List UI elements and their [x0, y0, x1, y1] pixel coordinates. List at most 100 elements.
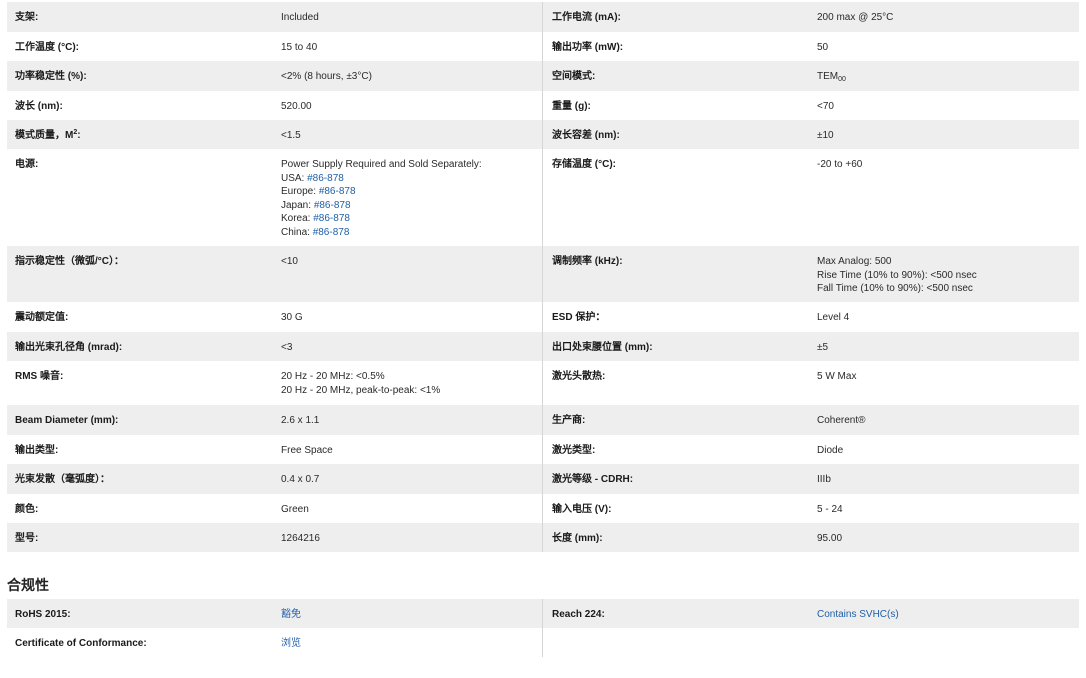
region-label: Japan:	[281, 199, 314, 211]
spec-value-text: 0.4 x 0.7	[281, 474, 320, 485]
spec-value-text: <1.5	[281, 130, 301, 141]
spec-value-line: Rise Time (10% to 90%): <500 nsec	[817, 269, 977, 281]
spec-value-text: 1264216	[281, 533, 320, 544]
spec-value: 200 max @ 25°C	[809, 2, 1079, 32]
table-row: 工作温度 (°C): 15 to 40 输出功率 (mW): 50	[7, 32, 1079, 61]
spec-link[interactable]: 豁免	[281, 609, 301, 620]
spec-value: Coherent®	[809, 405, 1079, 435]
part-number-link[interactable]: #86-878	[314, 200, 351, 211]
spec-value: Free Space	[273, 435, 543, 464]
spec-label: 电源:	[7, 149, 273, 246]
spec-value: TEM00	[809, 61, 1079, 91]
spec-value: Contains SVHC(s)	[809, 599, 1079, 628]
spec-value-text: 200 max @ 25°C	[817, 12, 894, 23]
region-label: China:	[281, 226, 313, 238]
spec-label: Certificate of Conformance:	[7, 628, 273, 657]
spec-value-text: Included	[281, 12, 319, 23]
spec-value: Max Analog: 500 Rise Time (10% to 90%): <…	[809, 246, 1079, 302]
spec-label	[543, 628, 809, 657]
spec-value: 5 W Max	[809, 361, 1079, 405]
spec-label-text: 激光头散热:	[552, 371, 606, 382]
table-row: 波长 (nm): 520.00 重量 (g): <70	[7, 91, 1079, 120]
spec-label: RMS 噪音:	[7, 361, 273, 405]
spec-label: 激光等级 - CDRH:	[543, 464, 809, 494]
subscript: 00	[838, 76, 846, 83]
spec-value-text: Green	[281, 504, 309, 515]
spec-value-text: 520.00	[281, 101, 312, 112]
specs-table: 支架: Included 工作电流 (mA): 200 max @ 25°C 工作温度 …	[7, 2, 1079, 552]
spec-value: 20 Hz - 20 MHz: <0.5% 20 Hz - 20 MHz, pea…	[273, 361, 543, 405]
spec-link[interactable]: Contains SVHC(s)	[817, 609, 899, 620]
spec-value-text: <10	[281, 256, 298, 267]
spec-value: 0.4 x 0.7	[273, 464, 543, 494]
spec-label-text: 工作电流 (mA):	[552, 12, 621, 23]
spec-label: 指示稳定性（微弧/°C）：	[7, 246, 273, 302]
spec-value-text: 5 W Max	[817, 371, 857, 382]
spec-label: 生产商:	[543, 405, 809, 435]
spec-label: 型号:	[7, 523, 273, 552]
spec-label-text: ESD 保护：	[552, 312, 606, 323]
spec-value: <1.5	[273, 120, 543, 149]
spec-value: Green	[273, 494, 543, 523]
spec-label-text: 模式质量，M	[15, 130, 74, 141]
spec-label: 空间模式:	[543, 61, 809, 91]
spec-label: 功率稳定性 (%):	[7, 61, 273, 91]
spec-value-line: 20 Hz - 20 MHz, peak-to-peak: <1%	[281, 384, 441, 396]
spec-value: 30 G	[273, 302, 543, 332]
spec-label-text: 空间模式:	[552, 71, 596, 82]
spec-value: Diode	[809, 435, 1079, 464]
spec-label-text: 输出类型:	[15, 445, 59, 456]
table-row: 震动额定值: 30 G ESD 保护： Level 4	[7, 302, 1079, 332]
spec-value: ±5	[809, 332, 1079, 361]
spec-value-text: Level 4	[817, 312, 850, 323]
spec-link[interactable]: 浏览	[281, 638, 301, 649]
part-number-link[interactable]: #86-878	[313, 213, 350, 224]
table-row: 光束发散（毫弧度）： 0.4 x 0.7 激光等级 - CDRH: IIIb	[7, 464, 1079, 494]
spec-value-text: 20 Hz - 20 MHz: <0.5%	[281, 371, 385, 382]
spec-label: 输出类型:	[7, 435, 273, 464]
spec-label: 颜色:	[7, 494, 273, 523]
table-row: 电源: Power Supply Required and Sold Separa…	[7, 149, 1079, 246]
spec-value-text: 5 - 24	[817, 504, 843, 515]
spec-value-text: <70	[817, 101, 834, 112]
spec-label: 激光类型:	[543, 435, 809, 464]
part-number-link[interactable]: #86-878	[313, 227, 350, 238]
spec-value-text: Coherent®	[817, 415, 866, 426]
spec-value: 5 - 24	[809, 494, 1079, 523]
power-supply-line: Japan: #86-878	[281, 199, 542, 213]
spec-value: <70	[809, 91, 1079, 120]
part-number-link[interactable]: #86-878	[307, 173, 344, 184]
spec-label-text: Certificate of Conformance:	[15, 638, 147, 649]
spec-value-text: 2.6 x 1.1	[281, 415, 320, 426]
table-row: 模式质量，M2: <1.5 波长容差 (nm): ±10	[7, 120, 1079, 149]
spec-label: ESD 保护：	[543, 302, 809, 332]
spec-label: 震动额定值:	[7, 302, 273, 332]
spec-value: 15 to 40	[273, 32, 543, 61]
table-row: 功率稳定性 (%): <2% (8 hours, ±3°C) 空间模式: TEM00	[7, 61, 1079, 91]
spec-label-text: 型号:	[15, 533, 39, 544]
compliance-table: RoHS 2015: 豁免 Reach 224: Contains SVHC(s) Ce…	[7, 599, 1079, 657]
spec-label: 输出功率 (mW):	[543, 32, 809, 61]
table-row: 指示稳定性（微弧/°C）： <10 调制频率 (kHz): Max Analog: 5…	[7, 246, 1079, 302]
part-number-link[interactable]: #86-878	[319, 186, 356, 197]
spec-label-text: 输出光束孔径角 (mrad):	[15, 342, 123, 353]
spec-label-text: 功率稳定性 (%):	[15, 71, 87, 82]
product-specs-page: 支架: Included 工作电流 (mA): 200 max @ 25°C 工作温度 …	[0, 0, 1086, 678]
table-row: RoHS 2015: 豁免 Reach 224: Contains SVHC(s)	[7, 599, 1079, 628]
table-row: 输出光束孔径角 (mrad): <3 出口处束腰位置 (mm): ±5	[7, 332, 1079, 361]
spec-label-text: 波长容差 (nm):	[552, 130, 620, 141]
spec-label: 重量 (g):	[543, 91, 809, 120]
spec-label-text: 长度 (mm):	[552, 533, 603, 544]
spec-value: Level 4	[809, 302, 1079, 332]
table-row: 输出类型: Free Space 激光类型: Diode	[7, 435, 1079, 464]
spec-value: 2.6 x 1.1	[273, 405, 543, 435]
spec-label-text: 工作温度 (°C):	[15, 42, 79, 53]
spec-label: 调制频率 (kHz):	[543, 246, 809, 302]
spec-value: 50	[809, 32, 1079, 61]
spec-label-text: 光束发散（毫弧度）：	[15, 474, 110, 485]
power-supply-line: Europe: #86-878	[281, 185, 542, 199]
spec-value-text: <2% (8 hours, ±3°C)	[281, 71, 372, 82]
spec-value: 浏览	[273, 628, 543, 657]
table-row: RMS 噪音: 20 Hz - 20 MHz: <0.5% 20 Hz - 20 M…	[7, 361, 1079, 405]
spec-value-text: 95.00	[817, 533, 843, 544]
